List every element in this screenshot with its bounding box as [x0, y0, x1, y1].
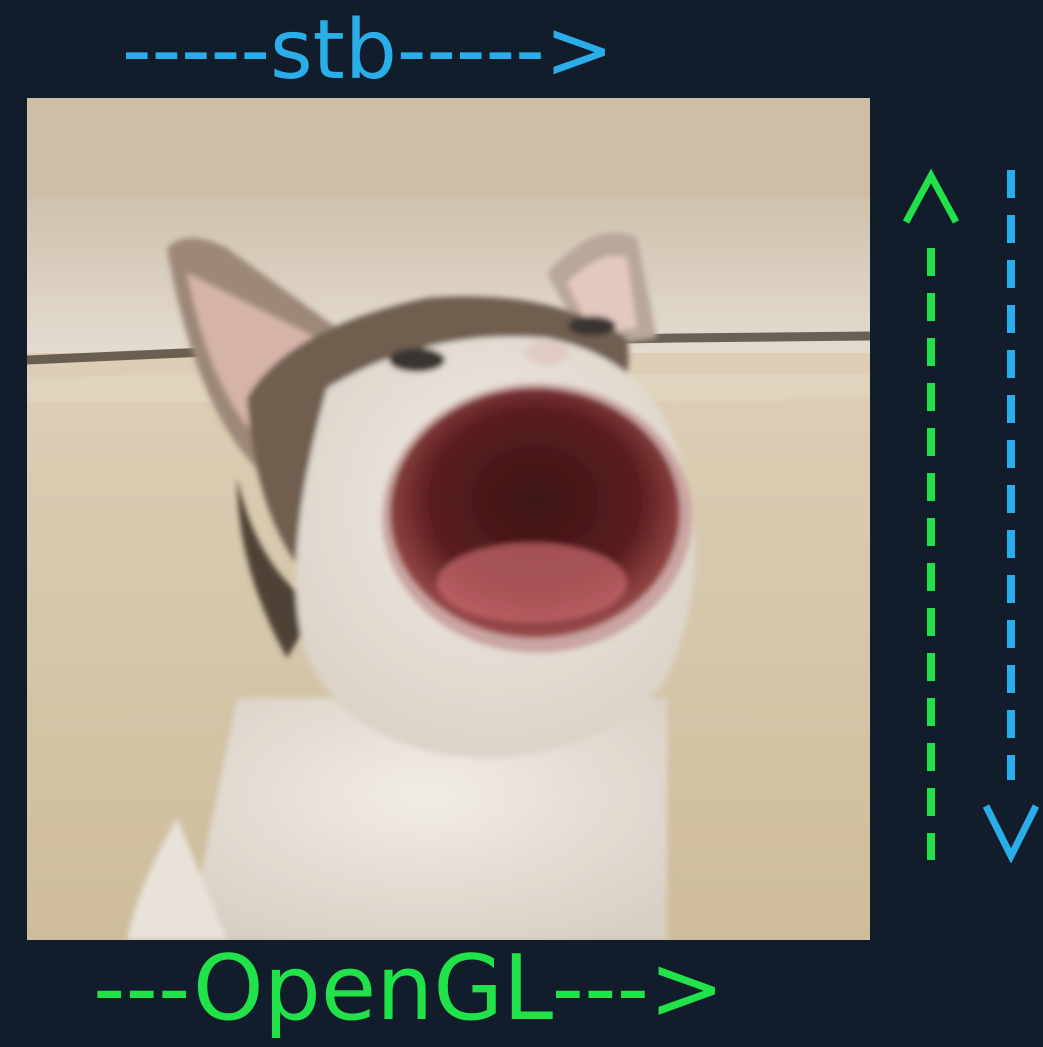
stb-y-axis-down-arrow-icon: [982, 170, 1040, 863]
stb-axis-label: -----stb----->: [122, 3, 614, 98]
cat-photo: [27, 98, 870, 940]
image-canvas: -----stb-----> ---OpenGL--->: [0, 0, 1043, 1047]
opengl-axis-label: ---OpenGL--->: [93, 936, 725, 1041]
cat-open-mouth-photo-icon: [27, 98, 870, 940]
opengl-y-axis-up-arrow-icon: [902, 168, 960, 860]
